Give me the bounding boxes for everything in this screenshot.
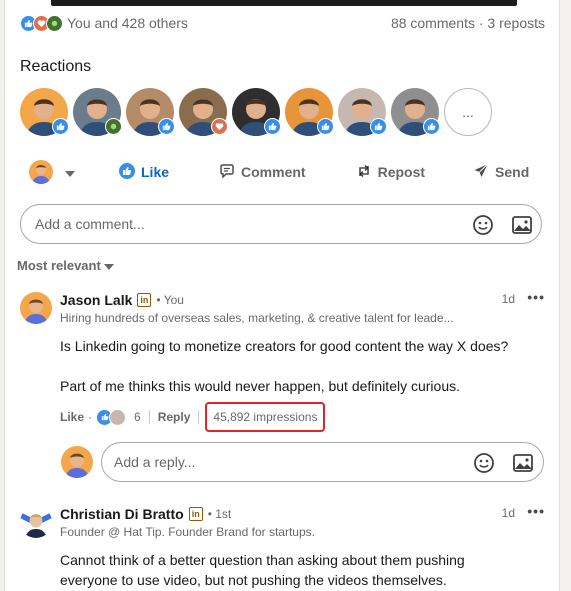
like-reaction-icon xyxy=(158,118,175,135)
comment-timestamp: 1d xyxy=(501,292,515,306)
comment-input[interactable] xyxy=(33,215,457,233)
commenter-avatar[interactable] xyxy=(20,292,52,324)
like-label: Like xyxy=(141,164,170,180)
commenter-name[interactable]: Christian Di Bratto xyxy=(60,506,184,522)
comment-label: Comment xyxy=(241,164,306,180)
like-reaction-icon xyxy=(52,118,69,135)
like-reaction-icon xyxy=(370,118,387,135)
emoji-icon[interactable] xyxy=(472,451,496,475)
support-reaction-icon xyxy=(105,118,122,135)
reactor-avatar[interactable] xyxy=(20,88,69,136)
more-reactions-button[interactable]: ... xyxy=(444,88,492,136)
sort-label: Most relevant xyxy=(17,258,101,273)
actor-avatar xyxy=(29,160,53,184)
reactor-avatar[interactable] xyxy=(73,88,122,136)
image-icon[interactable] xyxy=(511,451,535,475)
connection-degree: • You xyxy=(156,293,184,307)
reply-input[interactable] xyxy=(112,453,466,471)
reactor-avatar[interactable] xyxy=(232,88,281,136)
commenter-name-row: Jason Lalk in • You xyxy=(60,292,545,308)
like-button[interactable]: Like xyxy=(119,162,170,182)
impressions-highlight: 45,892 impressions xyxy=(205,402,326,432)
linkedin-premium-icon: in xyxy=(188,507,203,521)
more-options-icon[interactable]: ••• xyxy=(527,289,545,305)
separator xyxy=(198,410,200,424)
more-options-icon[interactable]: ••• xyxy=(527,503,545,519)
comment-header: Jason Lalk in • You Hiring hundreds of o… xyxy=(60,292,545,325)
comment-actions: Like · 6 Reply 45,892 impressions xyxy=(60,402,326,432)
reactions-text: You and 428 others xyxy=(67,15,188,31)
actor-switcher[interactable] xyxy=(29,160,89,184)
support-reaction-icon xyxy=(46,14,63,32)
comment-text-line: Part of me thinks this would never happe… xyxy=(60,378,460,394)
chevron-down-icon xyxy=(65,164,75,180)
comment-sort-dropdown[interactable]: Most relevant xyxy=(17,258,114,273)
connection-degree: • 1st xyxy=(207,507,232,521)
reactor-avatar[interactable] xyxy=(338,88,387,136)
repost-label: Repost xyxy=(377,164,426,180)
linkedin-premium-icon: in xyxy=(137,293,152,307)
commenter-name[interactable]: Jason Lalk xyxy=(60,292,132,308)
emoji-icon[interactable] xyxy=(471,213,495,237)
reactions-heading: Reactions xyxy=(20,58,92,75)
comment-button[interactable]: Comment xyxy=(219,163,306,182)
dot-separator: · xyxy=(88,410,93,424)
impressions-count[interactable]: 45,892 impressions xyxy=(213,410,317,424)
comments-reposts-count[interactable]: 88 comments · 3 reposts xyxy=(391,15,545,31)
caret-down-icon xyxy=(103,258,114,273)
reactions-summary[interactable]: You and 428 others xyxy=(20,14,188,32)
reply-author-avatar xyxy=(61,446,93,478)
comment-timestamp: 1d xyxy=(501,506,515,520)
post-action-bar: Like Comment Repost Send xyxy=(29,154,541,190)
reply-composer xyxy=(101,442,544,482)
post-card: You and 428 others 88 comments · 3 repos… xyxy=(4,0,560,591)
reactor-avatar[interactable] xyxy=(285,88,334,136)
comment-reactions[interactable]: 6 xyxy=(96,408,141,426)
comment-text-line: Cannot think of a better question than a… xyxy=(60,552,465,568)
separator xyxy=(148,410,150,424)
commenter-avatar[interactable] xyxy=(20,506,52,538)
image-icon[interactable] xyxy=(510,213,534,237)
comment-reaction-count: 6 xyxy=(134,410,141,424)
social-counts: You and 428 others 88 comments · 3 repos… xyxy=(20,12,545,34)
love-reaction-icon xyxy=(211,118,228,135)
comment-item: Christian Di Bratto in • 1st Founder @ H… xyxy=(20,503,545,591)
comment-item: Jason Lalk in • You Hiring hundreds of o… xyxy=(20,289,545,432)
comment-text-line: everyone to use video, but not pushing t… xyxy=(60,572,447,588)
send-label: Send xyxy=(495,164,530,180)
repost-button[interactable]: Repost xyxy=(356,163,425,182)
reactor-avatar[interactable] xyxy=(126,88,175,136)
send-icon xyxy=(473,163,489,182)
commenter-name-row: Christian Di Bratto in • 1st xyxy=(60,506,545,522)
commenter-headline: Hiring hundreds of overseas sales, marke… xyxy=(60,311,454,325)
comment-header: Christian Di Bratto in • 1st Founder @ H… xyxy=(60,506,545,539)
like-reaction-icon xyxy=(423,118,440,135)
comment-text-line: Is Linkedin going to monetize creators f… xyxy=(60,338,509,354)
reactor-avatar[interactable] xyxy=(391,88,440,136)
repost-icon xyxy=(356,163,372,182)
comment-reply-button[interactable]: Reply xyxy=(158,410,191,424)
reactor-avatar-icon xyxy=(109,408,127,426)
reactions-avatar-row: ... xyxy=(20,88,492,136)
post-media-bottom-edge xyxy=(51,0,517,6)
like-reaction-icon xyxy=(317,118,334,135)
like-reaction-icon xyxy=(264,118,281,135)
send-button[interactable]: Send xyxy=(473,163,529,182)
comment-icon xyxy=(219,163,235,182)
comment-composer xyxy=(20,204,542,244)
commenter-headline: Founder @ Hat Tip. Founder Brand for sta… xyxy=(60,525,315,539)
comment-like-button[interactable]: Like xyxy=(60,410,84,424)
reactor-avatar[interactable] xyxy=(179,88,228,136)
like-icon xyxy=(119,162,135,182)
